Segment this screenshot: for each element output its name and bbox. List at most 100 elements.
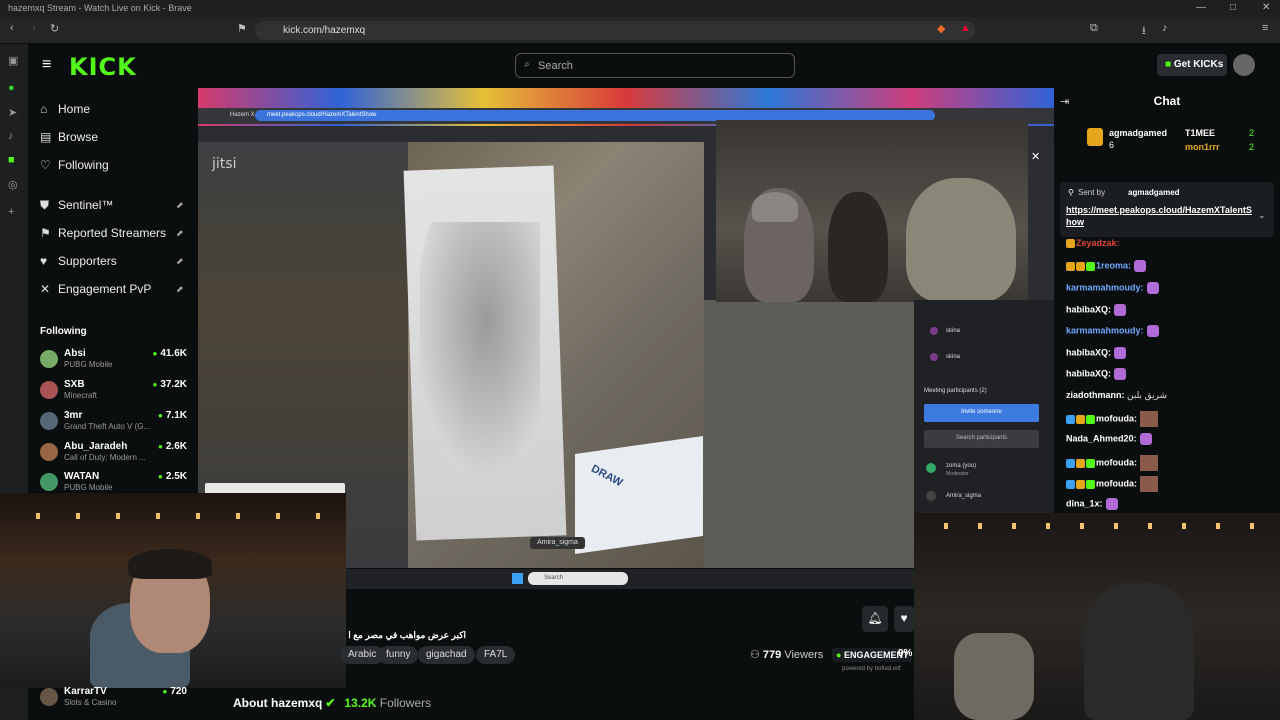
chat-message[interactable]: Zeyadzak: [1066, 238, 1120, 249]
add-panel-icon[interactable]: + [8, 206, 14, 218]
chat-message[interactable]: 1reoma: [1066, 260, 1147, 272]
chat-message[interactable]: habibaXQ: [1066, 347, 1127, 359]
chat-message[interactable]: Nada_Ahmed20: [1066, 433, 1152, 445]
minimize-icon[interactable]: — [1196, 2, 1206, 13]
pinned-sender: agmadgamed [1128, 188, 1180, 197]
emote-icon [1146, 325, 1159, 337]
paper-box [575, 436, 703, 554]
following-item[interactable]: KarrarTV Slots & Casino 720 [40, 686, 190, 714]
close-icon[interactable]: ✕ [1031, 150, 1040, 163]
following-item[interactable]: Abu_Jaradeh Call of Duty: Modern ... 2.6… [40, 441, 190, 469]
chat-username: karmamahmoudy: [1066, 325, 1144, 336]
chat-username: 1reoma: [1096, 260, 1132, 271]
chat-message[interactable]: karmamahmoudy: [1066, 282, 1159, 294]
avatar [40, 688, 58, 706]
bookmark-icon[interactable]: ⚑ [237, 22, 247, 35]
inner-url: meet.peakops.cloud/HazemXTalentShow [267, 112, 377, 118]
nav-reported[interactable]: ⚑ Reported Streamers [40, 226, 166, 240]
chat-username: habibaXQ: [1066, 368, 1112, 379]
nav-sentinel[interactable]: ⛊ Sentinel™ [40, 198, 113, 213]
emote-icon [1140, 476, 1158, 492]
notification-bell-button[interactable]: 🔔︎ [862, 606, 888, 632]
following-item[interactable]: Absi PUBG Mobile 41.6K [40, 348, 190, 376]
tag-pill[interactable]: FA7L [476, 646, 516, 664]
nav-supporters[interactable]: ♥ Supporters [40, 254, 117, 268]
music-icon[interactable]: ♪ [1162, 22, 1168, 34]
following-item[interactable]: SXB Minecraft 37.2K [40, 379, 190, 407]
reload-icon[interactable]: ↻ [50, 22, 59, 35]
follow-heart-button[interactable]: ♥ [894, 606, 914, 632]
download-icon[interactable]: ⭳ [1142, 22, 1146, 41]
back-icon[interactable]: ‹ [10, 22, 14, 34]
forward-icon[interactable]: › [32, 22, 36, 34]
external-icon: ⬈ [176, 284, 184, 294]
tiktok-icon[interactable]: ♪ [8, 130, 14, 142]
swords-icon: ✕ [40, 282, 51, 296]
participant-tag: Amira_sigma [530, 537, 585, 549]
gift-badge-icon [1087, 128, 1103, 146]
beanie [752, 192, 798, 222]
pinned-link[interactable]: https://meet.peakops.cloud/HazemXTalentS… [1066, 204, 1256, 228]
person [906, 178, 1016, 302]
chat-username: Zeyadzak: [1076, 238, 1120, 248]
chat-message[interactable]: mofouda: [1066, 411, 1158, 427]
sidebar-panel-icon[interactable]: ▣ [8, 54, 18, 67]
nav-following[interactable]: ♡ Following [40, 158, 109, 172]
following-item[interactable]: 3mr Grand Theft Auto V (G... 7.1K [40, 410, 190, 438]
whatsapp-icon[interactable]: ● [8, 82, 15, 94]
brave-shield-icon[interactable]: ◆ [937, 22, 945, 35]
get-kicks-button[interactable]: ■ Get KICKs [1157, 54, 1227, 76]
tag-pill[interactable]: funny [378, 646, 419, 664]
nav-engagement-label: Engagement PvP [58, 282, 152, 296]
emote-icon [1114, 304, 1127, 316]
chat-message[interactable]: ziadothmann: شريق بلبن [1066, 390, 1167, 401]
chat-message[interactable]: mofouda: [1066, 476, 1158, 492]
tag-pill[interactable]: gigachad [418, 646, 475, 664]
nav-browse[interactable]: ▤ Browse [40, 130, 98, 144]
nav-engagement[interactable]: ✕ Engagement PvP [40, 282, 151, 296]
telegram-icon[interactable]: ➤ [8, 106, 17, 119]
search-participants-input[interactable]: Search participants [924, 430, 1039, 448]
hamburger-menu-icon[interactable]: ≡ [42, 56, 51, 74]
viewer-count: 41.6K [152, 348, 187, 359]
kicks-icon: ■ [1165, 59, 1174, 70]
nav-home[interactable]: ⌂ Home [40, 102, 90, 116]
browse-icon: ▤ [40, 130, 52, 144]
user-avatar[interactable] [1233, 54, 1255, 76]
brave-rewards-icon[interactable]: ▲ [960, 22, 971, 34]
get-kicks-label: Get KICKs [1173, 59, 1224, 70]
following-heading: Following [40, 326, 87, 337]
flag-icon: ⚑ [40, 226, 51, 240]
heart-icon: ♥ [900, 611, 908, 625]
menu-icon[interactable]: ≡ [1262, 22, 1268, 34]
channel-name: 3mr [64, 410, 83, 421]
heart-icon: ♡ [40, 158, 51, 172]
chat-username: mofouda: [1096, 478, 1137, 489]
cage [954, 633, 1034, 720]
leader-name: agmadgamed [1109, 128, 1168, 138]
maximize-icon[interactable]: □ [1230, 2, 1236, 13]
chat-message[interactable]: habibaXQ: [1066, 304, 1127, 316]
emote-icon [1105, 498, 1118, 510]
app-icon[interactable]: ◎ [8, 178, 18, 191]
chat-username: Nada_Ahmed20: [1066, 433, 1137, 444]
kick-icon[interactable]: ■ [8, 154, 15, 166]
nav-reported-label: Reported Streamers [58, 226, 167, 240]
window-title: hazemxq Stream - Watch Live on Kick - Br… [8, 3, 192, 13]
chevron-down-icon[interactable]: ⌄ [1258, 210, 1266, 221]
chat-message[interactable]: mofouda: [1066, 455, 1158, 471]
close-window-icon[interactable]: ✕ [1262, 2, 1270, 13]
address-bar[interactable]: kick.com/hazemxq [255, 21, 975, 40]
heart-icon: ♥ [40, 254, 48, 268]
badge-icon [1076, 261, 1085, 271]
search-input[interactable]: ⌕ Search [515, 53, 795, 78]
extensions-icon[interactable]: ⧉ [1090, 22, 1098, 35]
invite-button[interactable]: Invite someone [924, 404, 1039, 422]
powered-by[interactable]: powered by botted.wtf [842, 666, 901, 672]
chat-message[interactable]: dina_1x: [1066, 498, 1118, 510]
emote-icon [1114, 347, 1127, 359]
chat-message[interactable]: habibaXQ: [1066, 368, 1127, 380]
second-webcam [914, 513, 1280, 720]
kick-logo[interactable]: KICK [69, 53, 137, 81]
chat-message[interactable]: karmamahmoudy: [1066, 325, 1159, 337]
